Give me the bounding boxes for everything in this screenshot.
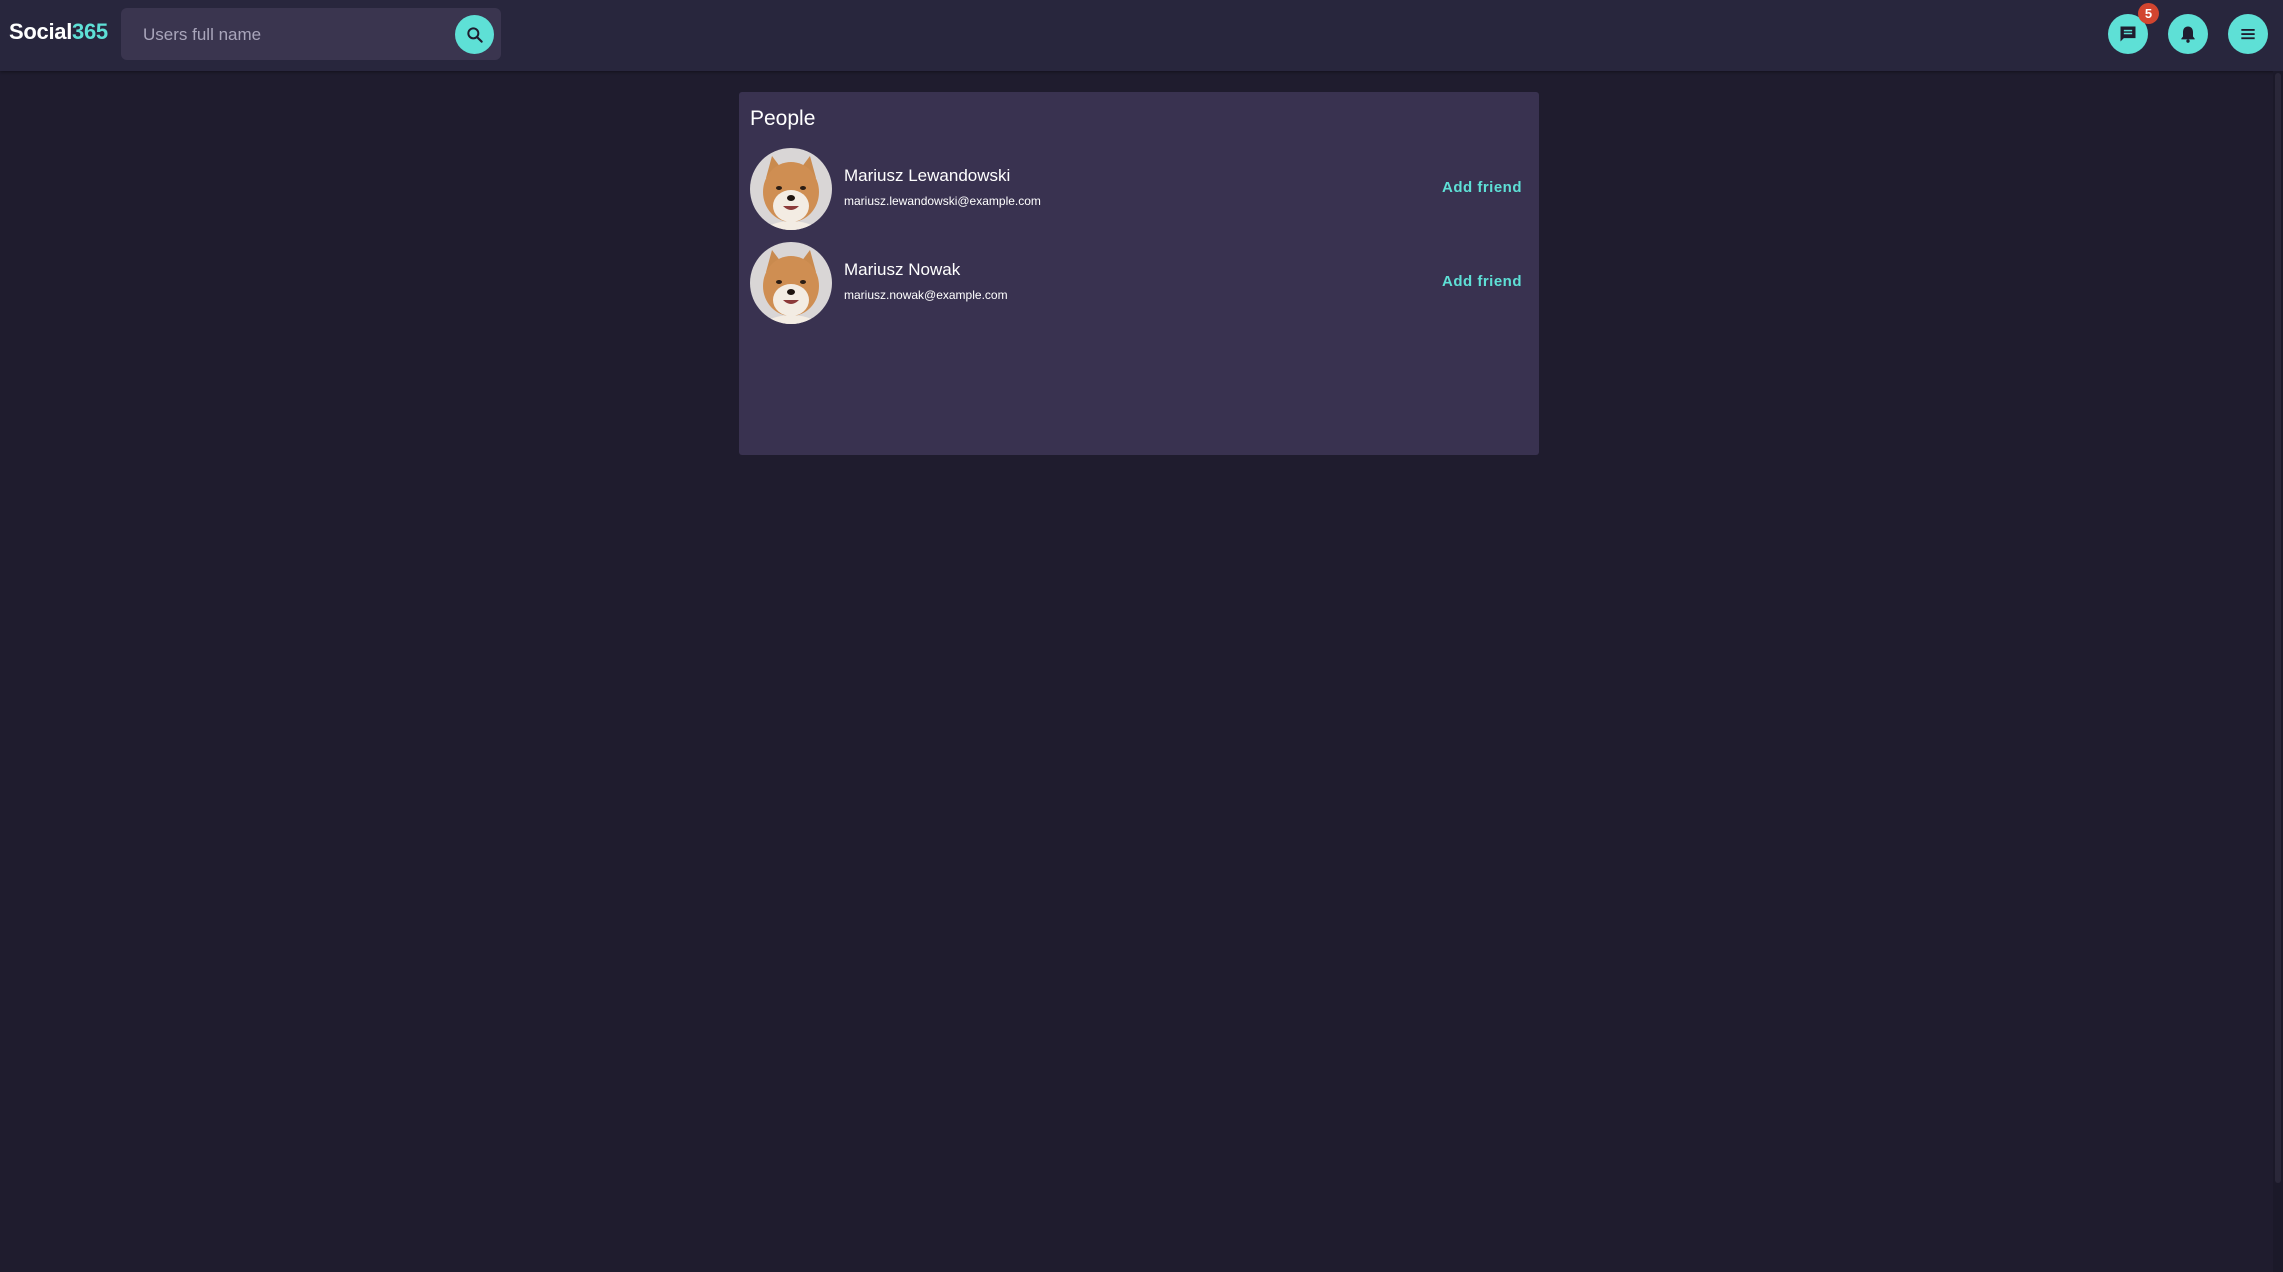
dog-avatar-image <box>750 148 832 230</box>
bell-icon <box>2181 26 2195 43</box>
search-button[interactable] <box>455 15 494 54</box>
person-row: Mariusz Nowak mariusz.nowak@example.com … <box>750 242 1530 324</box>
notifications-button[interactable] <box>2168 14 2208 54</box>
person-name: Mariusz Lewandowski <box>844 166 1011 185</box>
dog-avatar-image <box>750 242 832 324</box>
menu-icon <box>2241 29 2255 40</box>
search-icon <box>466 26 483 43</box>
search-bar <box>121 8 501 62</box>
top-navbar: Social365 5 <box>0 0 2283 71</box>
menu-button[interactable] <box>2228 14 2268 54</box>
add-friend-button[interactable]: Add friend <box>1434 271 1530 292</box>
person-email: mariusz.nowak@example.com <box>844 288 1008 302</box>
app-logo[interactable]: Social365 <box>9 19 108 45</box>
person-name: Mariusz Nowak <box>844 260 961 279</box>
search-input[interactable] <box>141 8 445 62</box>
people-card: People Mariusz Lewandowski mariusz.lewan… <box>739 92 1539 455</box>
people-title: People <box>750 107 816 130</box>
add-friend-button[interactable]: Add friend <box>1434 177 1530 198</box>
logo-accent-text: 365 <box>72 19 108 44</box>
avatar[interactable] <box>750 148 832 230</box>
scrollbar-thumb[interactable] <box>2275 73 2281 1183</box>
person-row: Mariusz Lewandowski mariusz.lewandowski@… <box>750 148 1530 230</box>
avatar[interactable] <box>750 242 832 324</box>
messages-badge: 5 <box>2138 3 2159 24</box>
person-email: mariusz.lewandowski@example.com <box>844 194 1041 208</box>
logo-text: Social <box>9 19 73 44</box>
chat-icon <box>2120 26 2136 42</box>
